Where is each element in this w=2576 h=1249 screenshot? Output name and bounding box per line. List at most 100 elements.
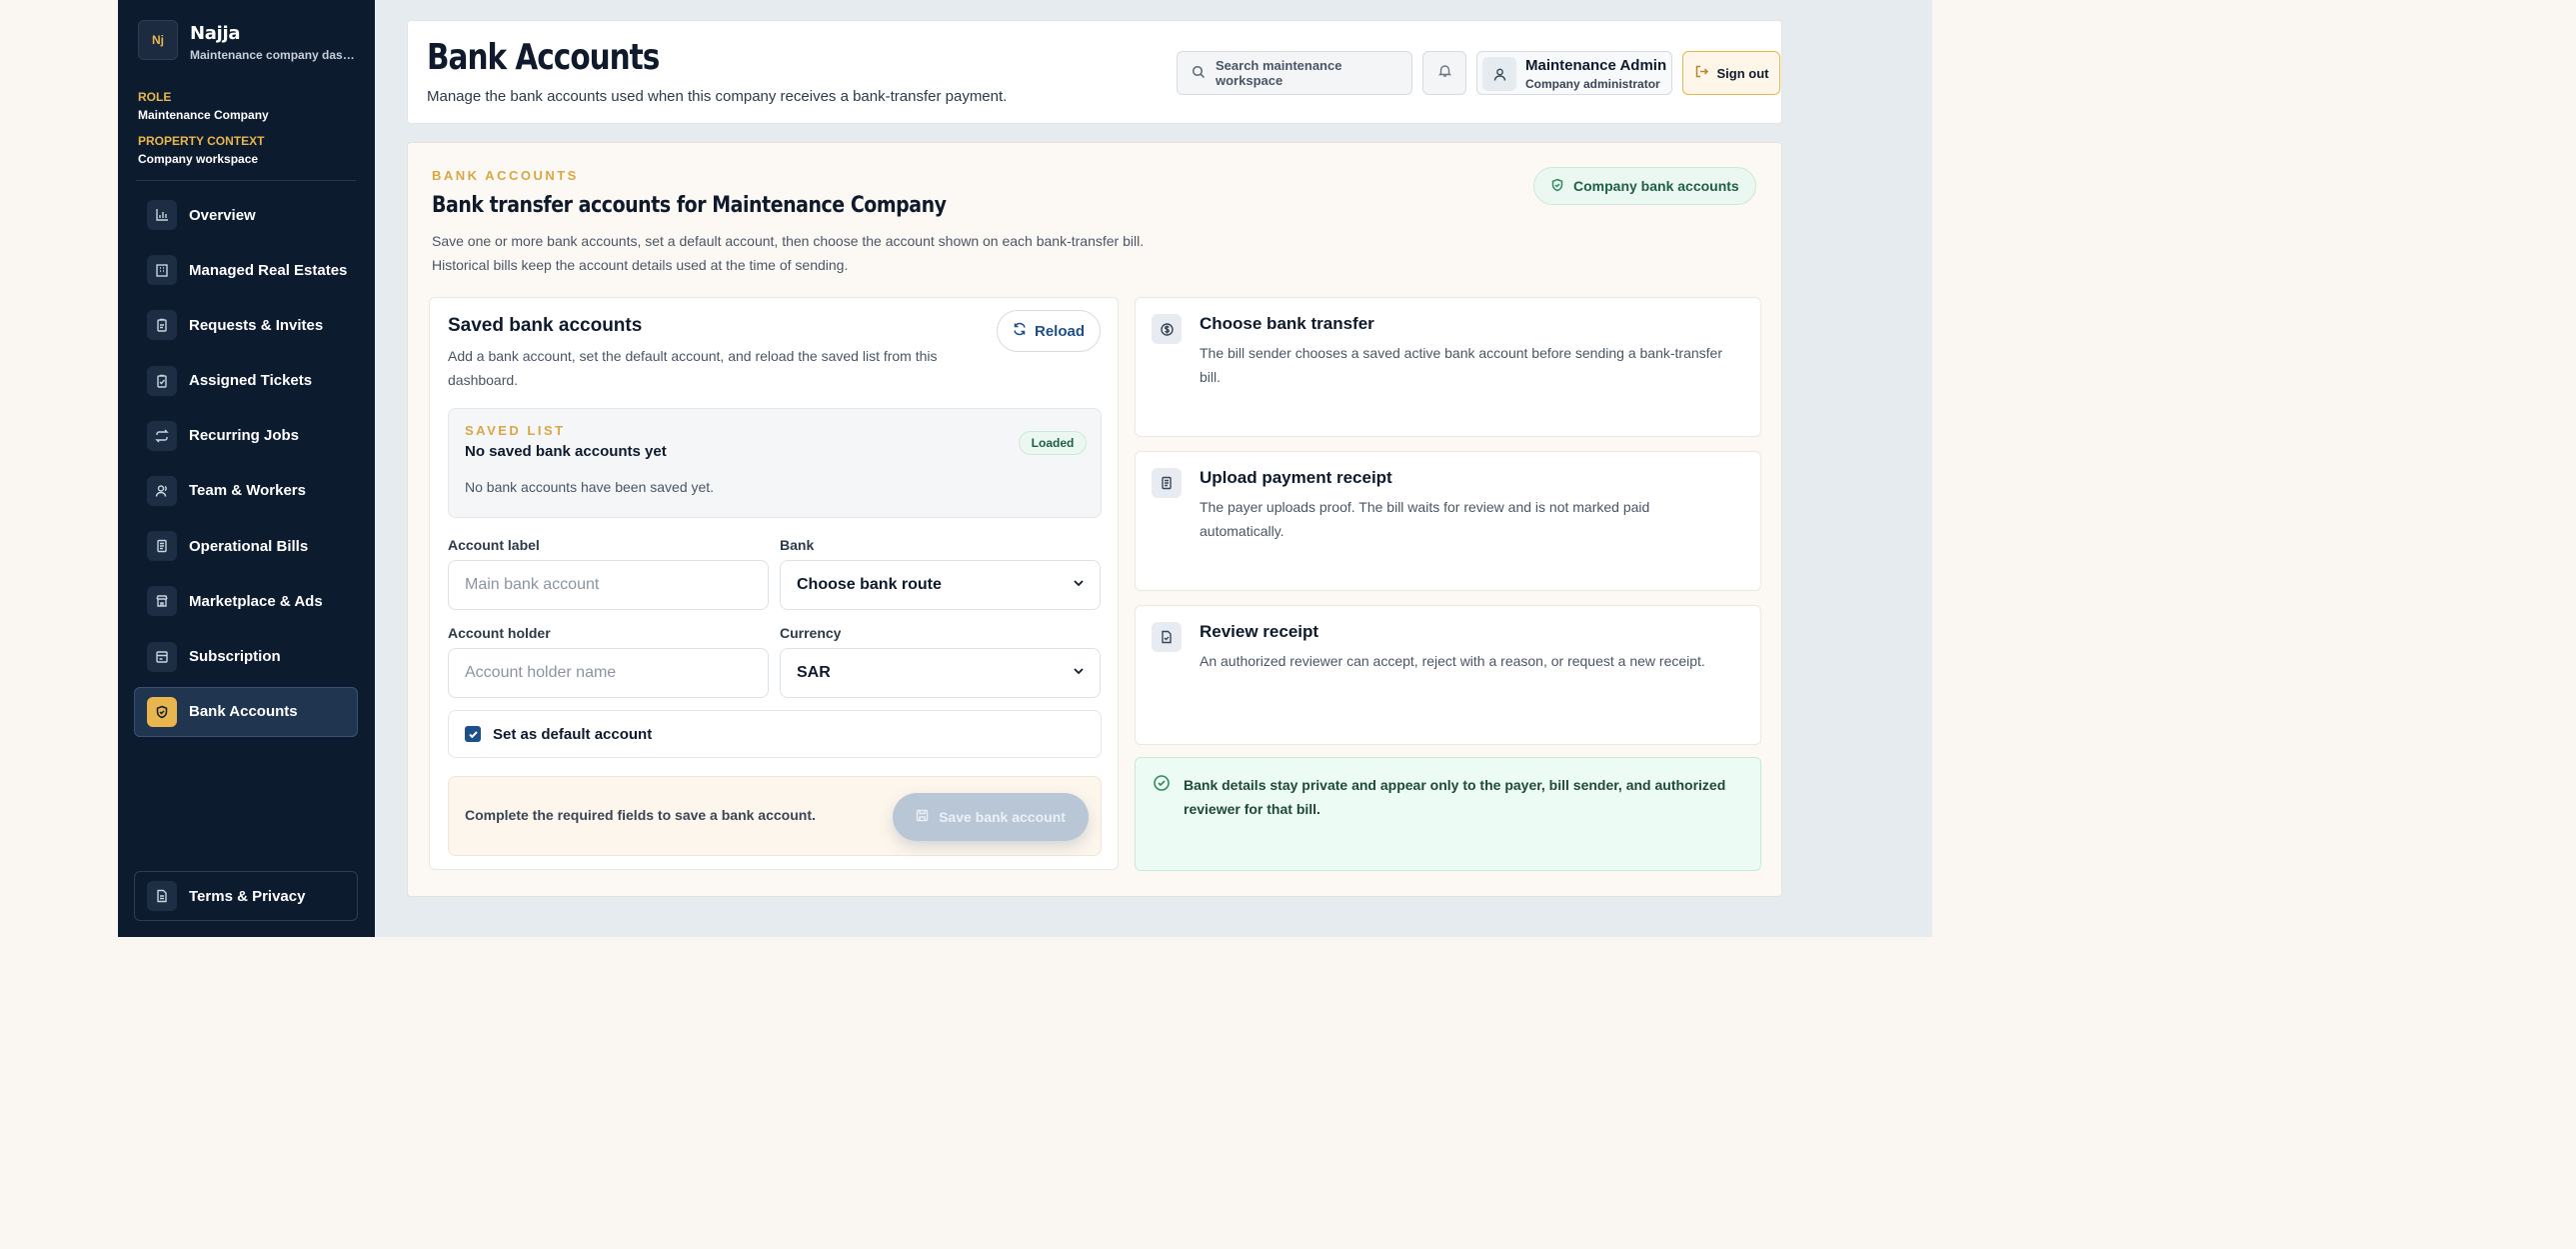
chevron-down-icon xyxy=(1072,664,1086,683)
saved-list-title: No saved bank accounts yet xyxy=(465,443,667,460)
search-input[interactable]: Search maintenance workspace xyxy=(1177,51,1412,95)
account-holder-label: Account holder xyxy=(448,625,551,641)
sidebar-divider xyxy=(136,180,356,181)
save-bar: Complete the required fields to save a b… xyxy=(448,776,1102,856)
repeat-icon xyxy=(147,420,177,451)
reload-label: Reload xyxy=(1034,322,1085,340)
bank-select[interactable]: Choose bank route xyxy=(780,560,1101,610)
sidebar-item-operational-bills[interactable]: Operational Bills xyxy=(134,521,358,571)
sidebar-item-label: Requests & Invites xyxy=(189,316,324,334)
user-avatar-icon xyxy=(1482,57,1516,91)
property-context-value: Company workspace xyxy=(138,152,259,166)
bank-label: Bank xyxy=(780,537,815,553)
section-description-line: Historical bills keep the account detail… xyxy=(432,257,849,273)
sidebar-item-label: Assigned Tickets xyxy=(189,372,313,390)
user-role: Company administrator xyxy=(1525,77,1660,91)
users-icon xyxy=(147,475,177,506)
section-eyebrow: BANK ACCOUNTS xyxy=(432,168,579,183)
clipboard-check-icon xyxy=(147,365,177,396)
brand-subtitle: Maintenance company dashboard xyxy=(190,48,360,62)
reload-button[interactable]: Reload xyxy=(997,310,1101,352)
default-account-row[interactable]: Set as default account xyxy=(448,710,1102,758)
brand[interactable]: Nj Najja Maintenance company dashboard xyxy=(138,20,374,62)
sidebar-item-team-workers[interactable]: Team & Workers xyxy=(134,466,358,516)
shield-icon xyxy=(147,696,177,727)
sidebar-item-label: Marketplace & Ads xyxy=(189,592,323,610)
default-account-checkbox[interactable] xyxy=(465,726,481,742)
sidebar-item-subscription[interactable]: Subscription xyxy=(134,632,358,682)
brand-logo: Nj xyxy=(138,20,178,60)
sidebar-item-label: Managed Real Estates xyxy=(189,261,348,279)
sidebar-nav: Overview Managed Real Estates Requests &… xyxy=(134,190,358,742)
currency-select[interactable]: SAR xyxy=(780,648,1101,698)
receipt-icon xyxy=(1152,468,1182,498)
currency-label: Currency xyxy=(780,625,842,641)
refresh-icon xyxy=(1013,322,1027,340)
context-meta: ROLE Maintenance Company PROPERTY CONTEX… xyxy=(138,88,363,176)
saved-list-eyebrow: SAVED LIST xyxy=(465,423,566,438)
user-menu[interactable]: Maintenance Admin Company administrator xyxy=(1476,51,1672,95)
sidebar-item-label: Recurring Jobs xyxy=(189,427,300,445)
sidebar-item-marketplace-ads[interactable]: Marketplace & Ads xyxy=(134,576,358,626)
saved-bank-accounts-card: Saved bank accounts Add a bank account, … xyxy=(429,297,1119,870)
account-label-input[interactable]: Main bank account xyxy=(448,560,769,610)
save-icon xyxy=(916,809,929,825)
sidebar-item-label: Team & Workers xyxy=(189,482,306,500)
terms-privacy-link[interactable]: Terms & Privacy xyxy=(134,871,358,921)
search-placeholder: Search maintenance workspace xyxy=(1216,58,1342,88)
save-bank-account-button[interactable]: Save bank account xyxy=(893,793,1089,841)
sign-out-button[interactable]: Sign out xyxy=(1682,51,1780,95)
step-description: The bill sender chooses a saved active b… xyxy=(1200,345,1722,385)
step-review-receipt: Review receipt An authorized reviewer ca… xyxy=(1135,605,1761,745)
sidebar-item-label: Subscription xyxy=(189,648,281,665)
page-header: Bank Accounts Manage the bank accounts u… xyxy=(407,20,1782,124)
sidebar-item-assigned-tickets[interactable]: Assigned Tickets xyxy=(134,356,358,406)
sidebar-item-recurring-jobs[interactable]: Recurring Jobs xyxy=(134,411,358,461)
dollar-icon xyxy=(1152,314,1182,344)
file-check-icon xyxy=(1152,622,1182,652)
sidebar-item-requests-invites[interactable]: Requests & Invites xyxy=(134,300,358,350)
search-icon xyxy=(1192,65,1206,82)
section-title: Bank transfer accounts for Maintenance C… xyxy=(432,193,947,218)
chevron-down-icon xyxy=(1072,576,1086,595)
status-badge: Loaded xyxy=(1019,431,1087,455)
page-title: Bank Accounts xyxy=(427,37,660,78)
terms-privacy-label: Terms & Privacy xyxy=(189,887,306,905)
sign-out-icon xyxy=(1694,64,1709,82)
receipt-icon xyxy=(147,531,177,562)
brand-name: Najja xyxy=(190,23,241,44)
bell-icon xyxy=(1437,63,1452,83)
notifications-button[interactable] xyxy=(1422,51,1466,95)
account-label-label: Account label xyxy=(448,537,540,553)
section-description-line: Save one or more bank accounts, set a de… xyxy=(432,233,1145,249)
account-holder-input[interactable]: Account holder name xyxy=(448,648,769,698)
privacy-note-text: Bank details stay private and appear onl… xyxy=(1184,777,1726,817)
shield-check-icon xyxy=(1550,178,1564,195)
section-description: Save one or more bank accounts, set a de… xyxy=(432,229,1331,277)
store-icon xyxy=(147,586,177,617)
sign-out-label: Sign out xyxy=(1716,65,1769,81)
sidebar-item-label: Operational Bills xyxy=(189,537,309,555)
step-title: Choose bank transfer xyxy=(1200,314,1374,333)
step-choose-bank-transfer: Choose bank transfer The bill sender cho… xyxy=(1135,297,1761,437)
building-icon xyxy=(147,255,177,286)
sidebar-item-overview[interactable]: Overview xyxy=(134,190,358,240)
company-bank-accounts-badge: Company bank accounts xyxy=(1533,167,1756,205)
clipboard-icon xyxy=(147,310,177,341)
bank-select-value: Choose bank route xyxy=(797,576,942,593)
badge-label: Company bank accounts xyxy=(1573,178,1739,194)
document-icon xyxy=(147,881,177,911)
card-description: Add a bank account, set the default acco… xyxy=(448,348,938,388)
app-shell: Nj Najja Maintenance company dashboard R… xyxy=(118,0,1932,937)
bank-accounts-panel: BANK ACCOUNTS Bank transfer accounts for… xyxy=(407,142,1782,897)
property-context-label: PROPERTY CONTEXT xyxy=(138,134,265,148)
sidebar-item-bank-accounts[interactable]: Bank Accounts xyxy=(134,686,358,737)
sidebar-item-managed-real-estates[interactable]: Managed Real Estates xyxy=(134,245,358,295)
currency-select-value: SAR xyxy=(797,664,831,681)
page-subtitle: Manage the bank accounts used when this … xyxy=(427,88,1008,105)
check-circle-icon xyxy=(1153,774,1171,797)
card-icon xyxy=(147,641,177,672)
save-hint: Complete the required fields to save a b… xyxy=(465,807,816,823)
chart-icon xyxy=(147,200,177,230)
sidebar-item-label: Bank Accounts xyxy=(189,703,298,721)
